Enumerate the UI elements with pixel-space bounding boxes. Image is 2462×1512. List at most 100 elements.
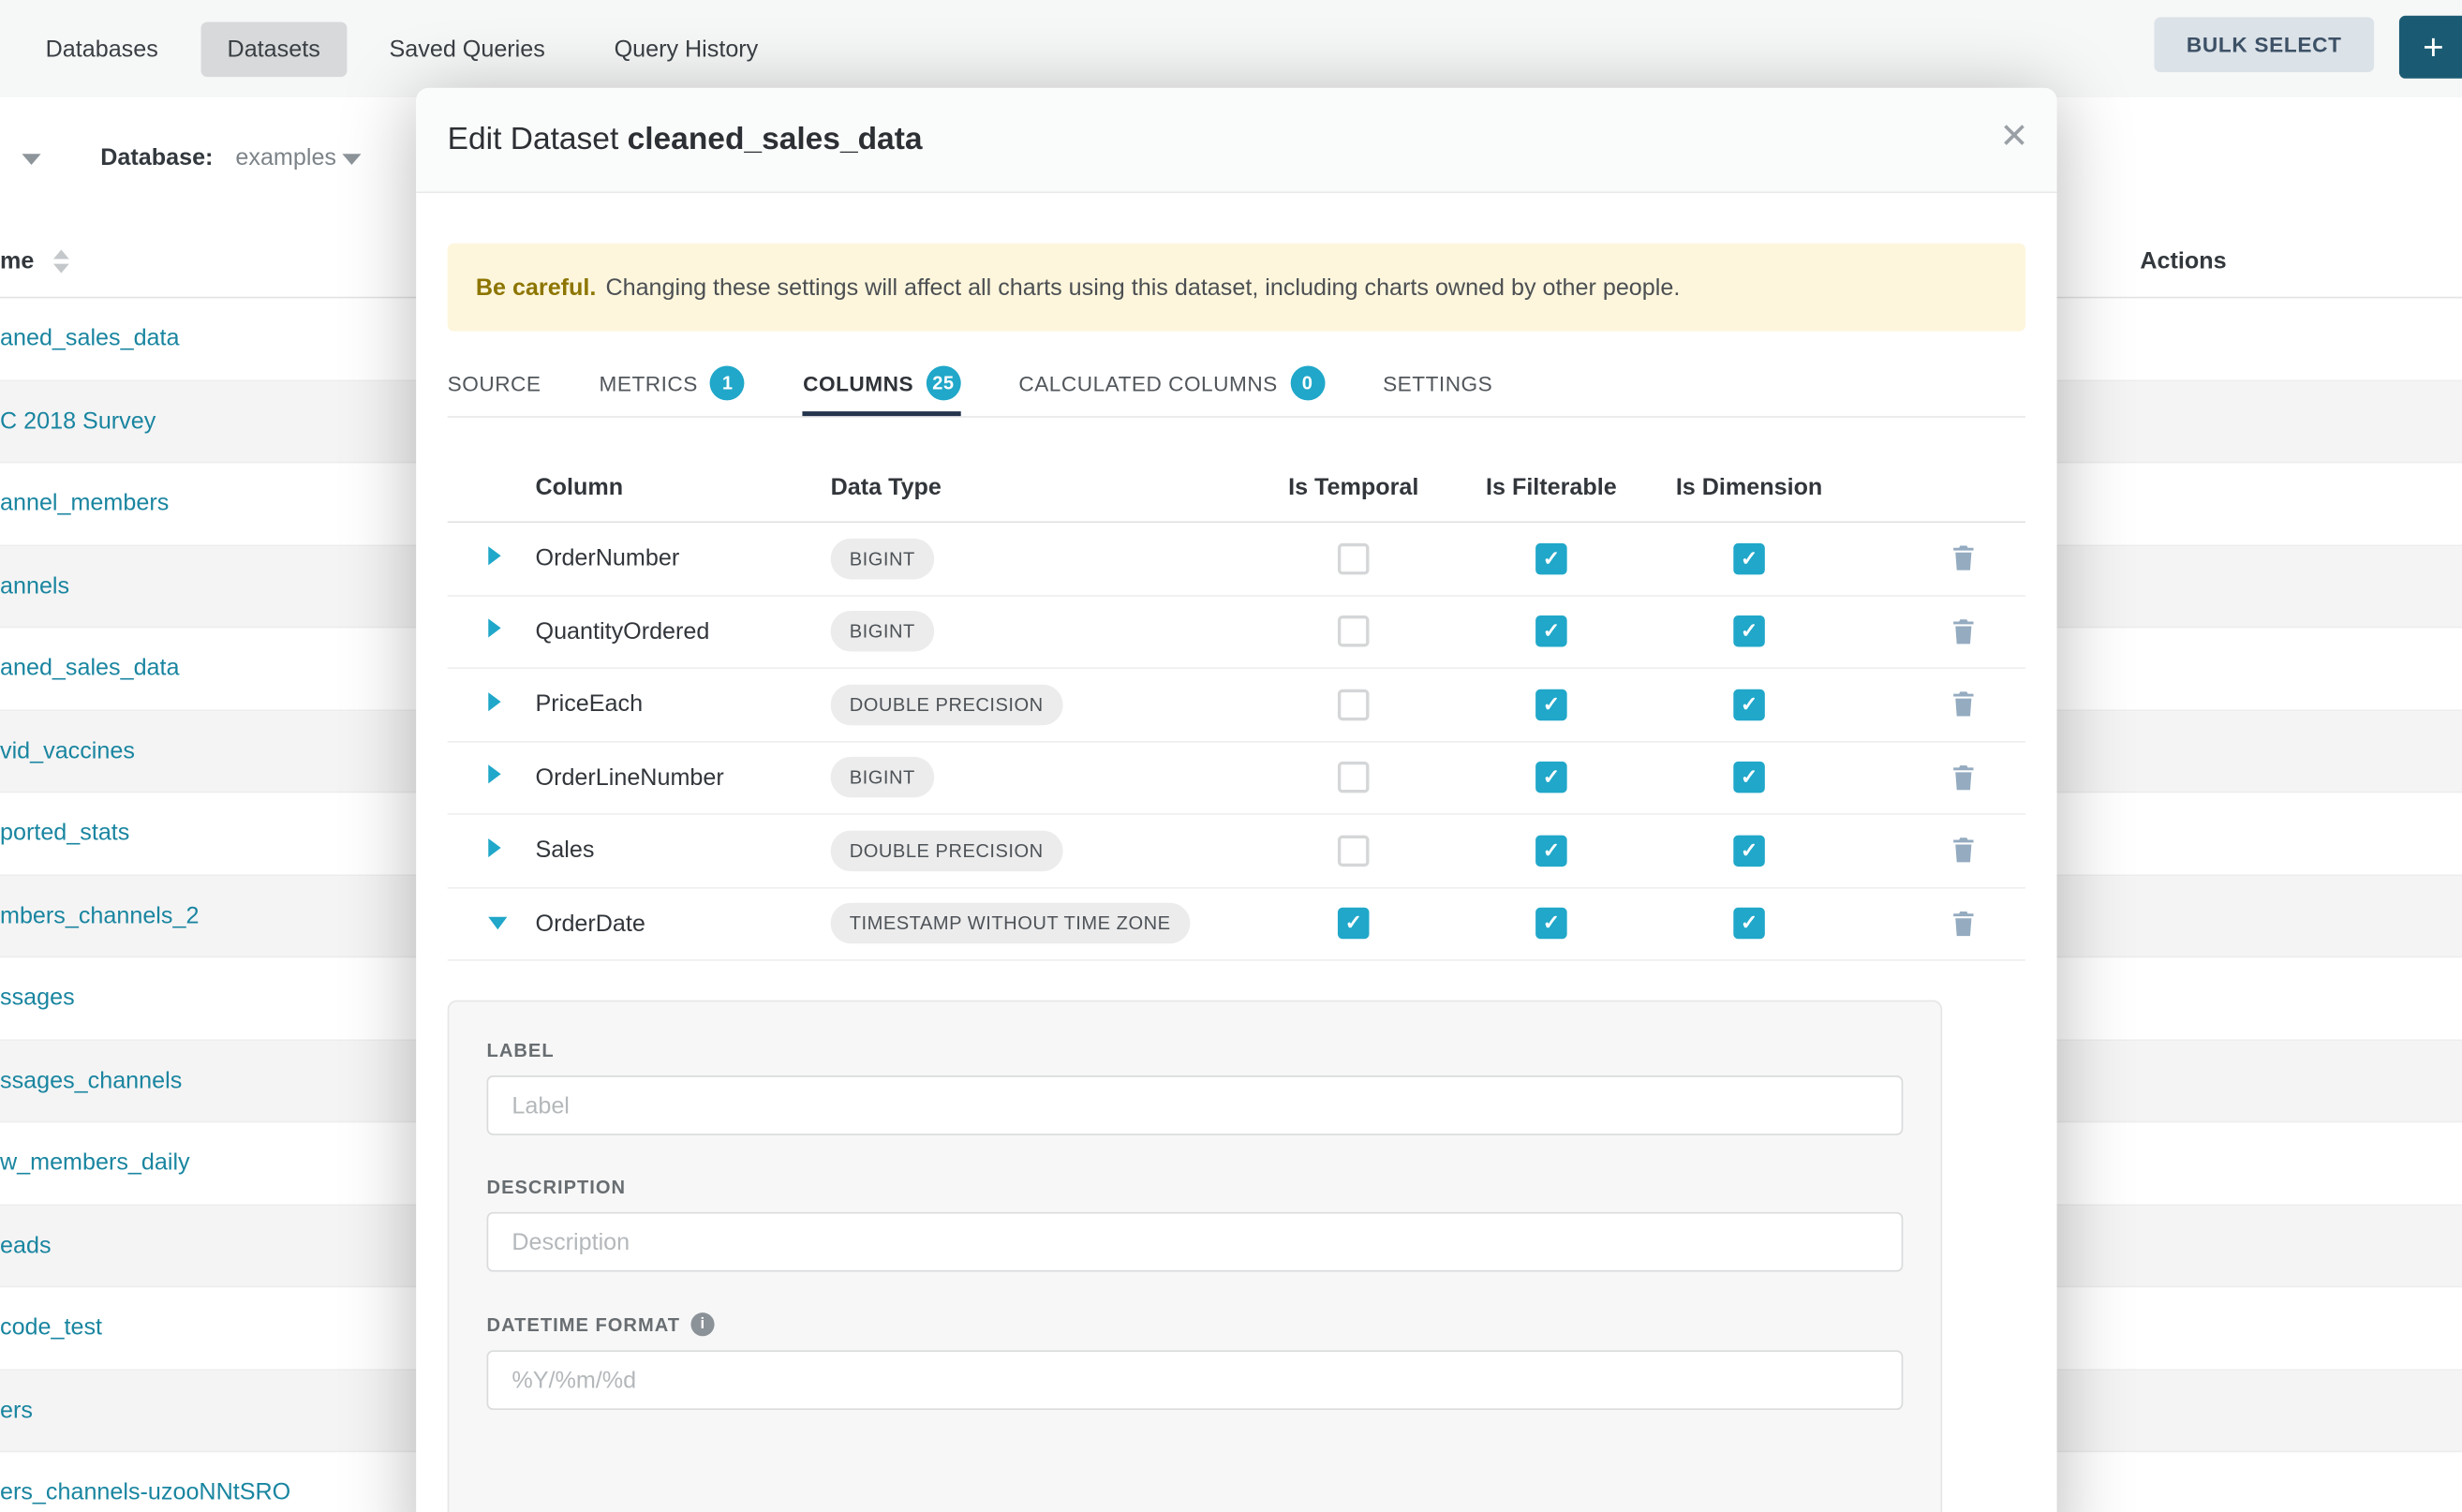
is-temporal-checkbox[interactable]: [1338, 689, 1370, 720]
modal-title-dataset-name: cleaned_sales_data: [628, 122, 923, 156]
expand-caret-icon[interactable]: [488, 765, 500, 784]
warning-text: Changing these settings will affect all …: [605, 274, 1680, 300]
tab-calculated-columns[interactable]: CALCULATED COLUMNS 0: [1018, 353, 1325, 416]
dataset-link[interactable]: ported_stats: [0, 820, 129, 846]
dataset-link[interactable]: aned_sales_data: [0, 655, 180, 681]
sort-icons[interactable]: [53, 249, 69, 273]
description-field-group: DESCRIPTION: [487, 1176, 1904, 1271]
warning-banner: Be careful. Changing these settings will…: [448, 244, 2025, 332]
datetime-format-label-text: DATETIME FORMAT: [487, 1313, 681, 1335]
tab-columns[interactable]: COLUMNS 25: [803, 353, 960, 416]
chevron-down-icon[interactable]: [342, 154, 361, 165]
is-filterable-checkbox[interactable]: [1535, 615, 1567, 647]
datetime-format-input[interactable]: [487, 1350, 1904, 1410]
is-dimension-checkbox[interactable]: [1733, 908, 1765, 940]
metrics-count-badge: 1: [710, 366, 745, 401]
delete-icon[interactable]: [1951, 545, 1975, 571]
delete-icon[interactable]: [1951, 838, 1975, 864]
expand-caret-icon[interactable]: [488, 546, 500, 565]
columns-table-header: Column Data Type Is Temporal Is Filterab…: [448, 453, 2025, 523]
is-dimension-checkbox[interactable]: [1733, 835, 1765, 867]
dataset-link[interactable]: annels: [0, 572, 69, 599]
is-temporal-header: Is Temporal: [1254, 474, 1452, 500]
nav-tab-query-history[interactable]: Query History: [587, 22, 785, 77]
dataset-link[interactable]: C 2018 Survey: [0, 408, 156, 434]
table-row: Sales DOUBLE PRECISION: [448, 815, 2025, 888]
is-filterable-checkbox[interactable]: [1535, 762, 1567, 793]
delete-icon[interactable]: [1951, 911, 1975, 937]
delete-icon[interactable]: [1951, 618, 1975, 645]
dataset-link[interactable]: annel_members: [0, 490, 169, 516]
database-filter-value[interactable]: examples: [235, 144, 336, 170]
bulk-select-button[interactable]: BULK SELECT: [2154, 17, 2374, 72]
column-name: QuantityOrdered: [536, 618, 831, 645]
is-temporal-checkbox[interactable]: [1338, 762, 1370, 793]
is-filterable-checkbox[interactable]: [1535, 542, 1567, 574]
delete-icon[interactable]: [1951, 691, 1975, 718]
data-type-pill: BIGINT: [831, 538, 934, 579]
close-icon[interactable]: ✕: [1999, 116, 2028, 157]
columns-table: Column Data Type Is Temporal Is Filterab…: [448, 453, 2025, 960]
column-name: OrderNumber: [536, 545, 831, 571]
is-dimension-checkbox[interactable]: [1733, 762, 1765, 793]
modal-title: Edit Dataset cleaned_sales_data: [448, 122, 923, 158]
nav-tab-saved-queries[interactable]: Saved Queries: [363, 22, 571, 77]
dataset-link[interactable]: eads: [0, 1232, 52, 1258]
tab-settings[interactable]: SETTINGS: [1383, 353, 1492, 416]
is-temporal-checkbox[interactable]: [1338, 542, 1370, 574]
chevron-down-icon[interactable]: [22, 154, 40, 165]
collapse-caret-icon[interactable]: [488, 917, 507, 929]
is-filterable-checkbox[interactable]: [1535, 689, 1567, 720]
dataset-link[interactable]: code_test: [0, 1314, 102, 1341]
actions-column-header: Actions: [2140, 248, 2226, 274]
is-temporal-checkbox[interactable]: [1338, 908, 1370, 940]
column-header: Column: [536, 474, 831, 500]
table-row: OrderNumber BIGINT: [448, 523, 2025, 596]
table-row: OrderLineNumber BIGINT: [448, 742, 2025, 815]
label-input[interactable]: [487, 1075, 1904, 1135]
nav-tab-datasets[interactable]: Datasets: [200, 22, 347, 77]
column-detail-panel: LABEL DESCRIPTION DATETIME FORMAT: [448, 1001, 1943, 1512]
is-filterable-header: Is Filterable: [1452, 474, 1650, 500]
is-temporal-checkbox[interactable]: [1338, 615, 1370, 647]
is-temporal-checkbox[interactable]: [1338, 835, 1370, 867]
dataset-link[interactable]: w_members_daily: [0, 1149, 190, 1176]
viewport: Databases Datasets Saved Queries Query H…: [0, 0, 2462, 1512]
dataset-link[interactable]: ssages: [0, 985, 75, 1011]
nav-tab-databases[interactable]: Databases: [19, 22, 185, 77]
tab-label: METRICS: [599, 371, 697, 394]
description-field-label: DESCRIPTION: [487, 1176, 1904, 1197]
expand-caret-icon[interactable]: [488, 838, 500, 857]
is-filterable-checkbox[interactable]: [1535, 835, 1567, 867]
column-name: PriceEach: [536, 691, 831, 718]
data-type-header: Data Type: [831, 474, 1255, 500]
add-dataset-button[interactable]: +: [2399, 16, 2462, 79]
info-icon[interactable]: [691, 1312, 715, 1336]
expand-caret-icon[interactable]: [488, 619, 500, 638]
tab-metrics[interactable]: METRICS 1: [599, 353, 745, 416]
description-input[interactable]: [487, 1212, 1904, 1272]
tab-source[interactable]: SOURCE: [448, 353, 541, 416]
is-dimension-checkbox[interactable]: [1733, 615, 1765, 647]
delete-icon[interactable]: [1951, 764, 1975, 791]
datetime-format-field-group: DATETIME FORMAT: [487, 1312, 1904, 1410]
dataset-link[interactable]: ssages_channels: [0, 1067, 182, 1093]
dataset-link[interactable]: aned_sales_data: [0, 325, 180, 351]
name-column-header[interactable]: me: [0, 248, 34, 274]
data-type-pill: BIGINT: [831, 757, 934, 798]
column-name: Sales: [536, 838, 831, 864]
expand-caret-icon[interactable]: [488, 692, 500, 711]
is-dimension-checkbox[interactable]: [1733, 542, 1765, 574]
tab-label: COLUMNS: [803, 371, 913, 394]
dataset-link[interactable]: ers_channels-uzooNNtSRO: [0, 1479, 290, 1505]
is-filterable-checkbox[interactable]: [1535, 908, 1567, 940]
modal-header: Edit Dataset cleaned_sales_data ✕: [416, 88, 2056, 193]
data-type-pill: TIMESTAMP WITHOUT TIME ZONE: [831, 903, 1190, 944]
warning-bold-text: Be careful.: [476, 274, 597, 300]
dataset-link[interactable]: mbers_channels_2: [0, 902, 199, 928]
modal-title-prefix: Edit Dataset: [448, 122, 619, 156]
nav-tabs: Databases Datasets Saved Queries Query H…: [0, 0, 2462, 97]
dataset-link[interactable]: ers: [0, 1397, 33, 1423]
is-dimension-checkbox[interactable]: [1733, 689, 1765, 720]
dataset-link[interactable]: vid_vaccines: [0, 737, 135, 763]
